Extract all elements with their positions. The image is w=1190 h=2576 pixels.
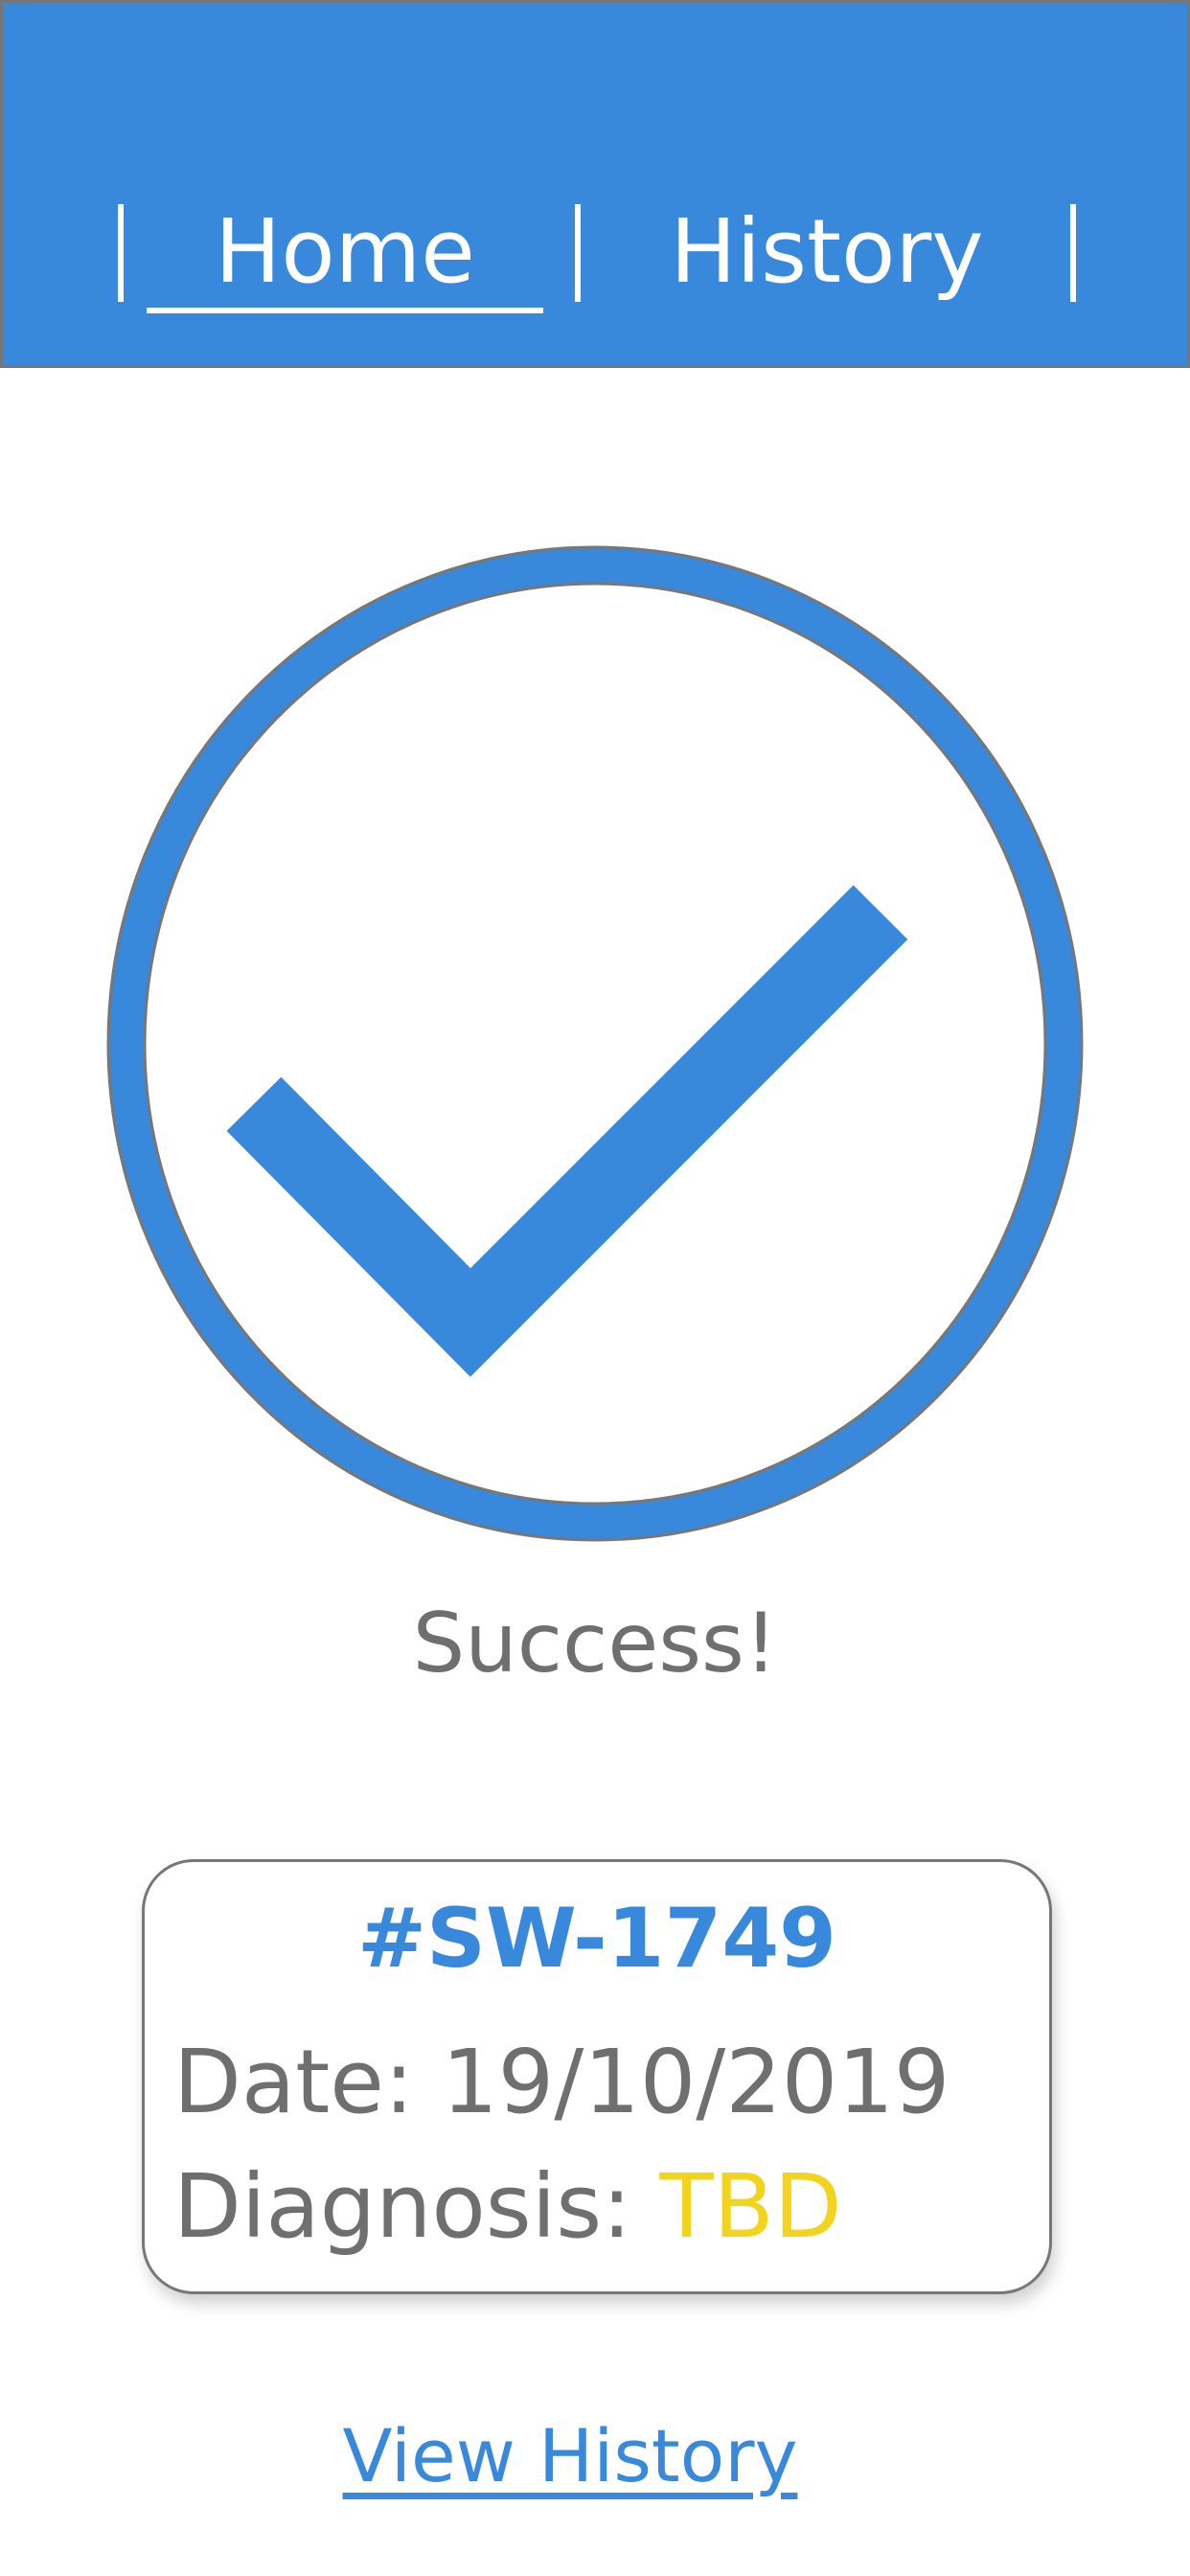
date-label: Date:	[173, 2031, 414, 2133]
diagnosis-status: TBD	[659, 2155, 842, 2258]
view-history-link[interactable]: View History	[0, 2404, 1140, 2509]
tab-history[interactable]: History	[654, 195, 999, 310]
nav-separator	[575, 204, 581, 302]
date-value: 19/10/2019	[442, 2031, 950, 2133]
diagnosis-label: Diagnosis:	[173, 2155, 632, 2258]
active-tab-underline	[147, 308, 543, 313]
record-date: Date: 19/10/2019	[173, 2025, 950, 2140]
record-card: #SW-1749 Date: 19/10/2019 Diagnosis: TBD	[142, 1859, 1052, 2294]
nav-separator	[118, 204, 124, 302]
record-id: #SW-1749	[356, 1891, 837, 1987]
nav-separator	[1070, 204, 1076, 302]
tab-home[interactable]: Home	[147, 195, 543, 310]
checkmark-circle-icon	[106, 545, 1084, 1542]
success-message: Success!	[412, 1596, 778, 1691]
record-diagnosis: Diagnosis: TBD	[173, 2150, 842, 2265]
top-nav-bar: Home History	[0, 0, 1190, 368]
